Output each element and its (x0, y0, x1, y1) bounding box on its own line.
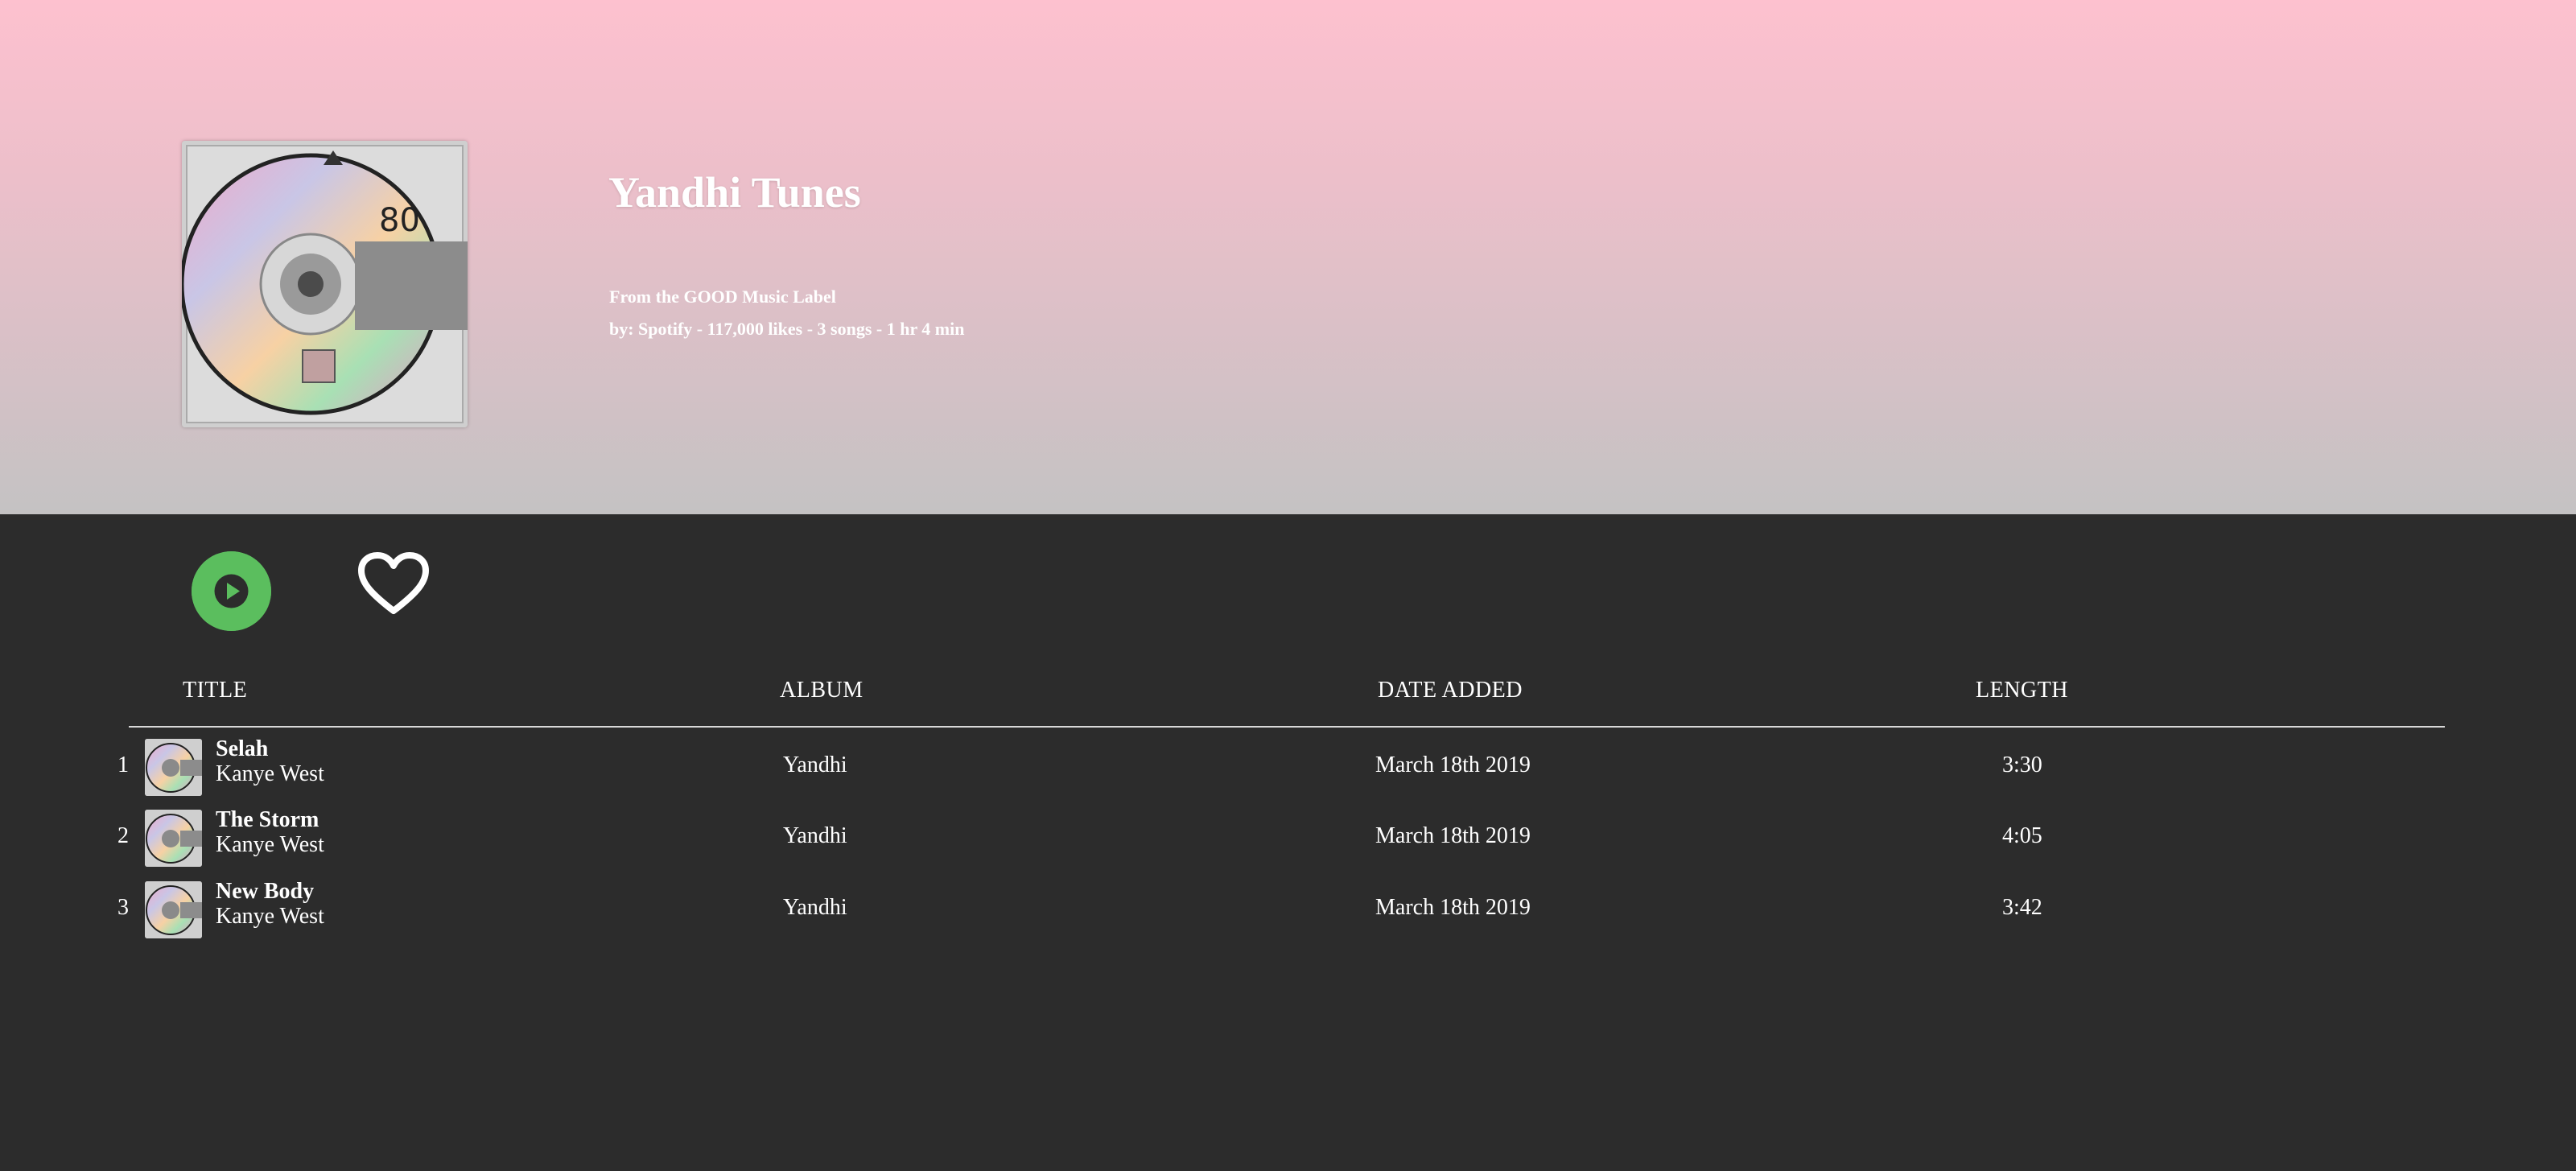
track-album[interactable]: Yandhi (783, 752, 847, 778)
playlist-header: 80 Yandhi Tunes From the GOOD Music Labe… (0, 0, 2576, 514)
track-row[interactable]: 1 Selah Kanye West Yandhi March 18th 201… (0, 735, 2576, 799)
track-thumbnail (145, 810, 202, 867)
track-artist[interactable]: Kanye West (216, 832, 324, 858)
column-header-title[interactable]: TITLE (183, 678, 247, 703)
column-header-length[interactable]: LENGTH (1976, 678, 2068, 703)
track-length: 3:30 (2002, 752, 2042, 777)
track-artist[interactable]: Kanye West (216, 761, 324, 787)
like-button[interactable] (357, 551, 431, 616)
play-icon (192, 551, 271, 631)
heart-icon (358, 552, 429, 614)
track-number: 3 (117, 895, 129, 920)
track-thumbnail (145, 881, 202, 938)
playlist-title: Yandhi Tunes (608, 168, 861, 216)
track-title[interactable]: New Body (216, 879, 314, 905)
play-button[interactable] (192, 551, 271, 631)
track-date-added: March 18th 2019 (1375, 752, 1531, 777)
svg-text:80: 80 (379, 202, 420, 239)
column-header-date-added[interactable]: DATE ADDED (1378, 678, 1523, 703)
track-row[interactable]: 3 New Body Kanye West Yandhi March 18th … (0, 877, 2576, 942)
track-date-added: March 18th 2019 (1375, 823, 1531, 848)
column-header-album[interactable]: ALBUM (780, 678, 863, 703)
track-artist[interactable]: Kanye West (216, 904, 324, 930)
track-thumbnail (145, 739, 202, 796)
track-title[interactable]: The Storm (216, 807, 319, 833)
track-number: 1 (117, 752, 129, 777)
playlist-label: From the GOOD Music Label (609, 287, 836, 307)
track-album[interactable]: Yandhi (783, 823, 847, 849)
track-album[interactable]: Yandhi (783, 895, 847, 921)
album-cover: 80 (182, 141, 468, 427)
track-date-added: March 18th 2019 (1375, 895, 1531, 920)
track-number: 2 (117, 823, 129, 848)
track-title[interactable]: Selah (216, 736, 268, 762)
track-length: 3:42 (2002, 895, 2042, 920)
track-row[interactable]: 2 The Storm Kanye West Yandhi March 18th… (0, 806, 2576, 870)
playlist-meta: by: Spotify - 117,000 likes - 3 songs - … (609, 319, 965, 339)
track-length: 4:05 (2002, 823, 2042, 848)
header-divider (129, 726, 2445, 728)
